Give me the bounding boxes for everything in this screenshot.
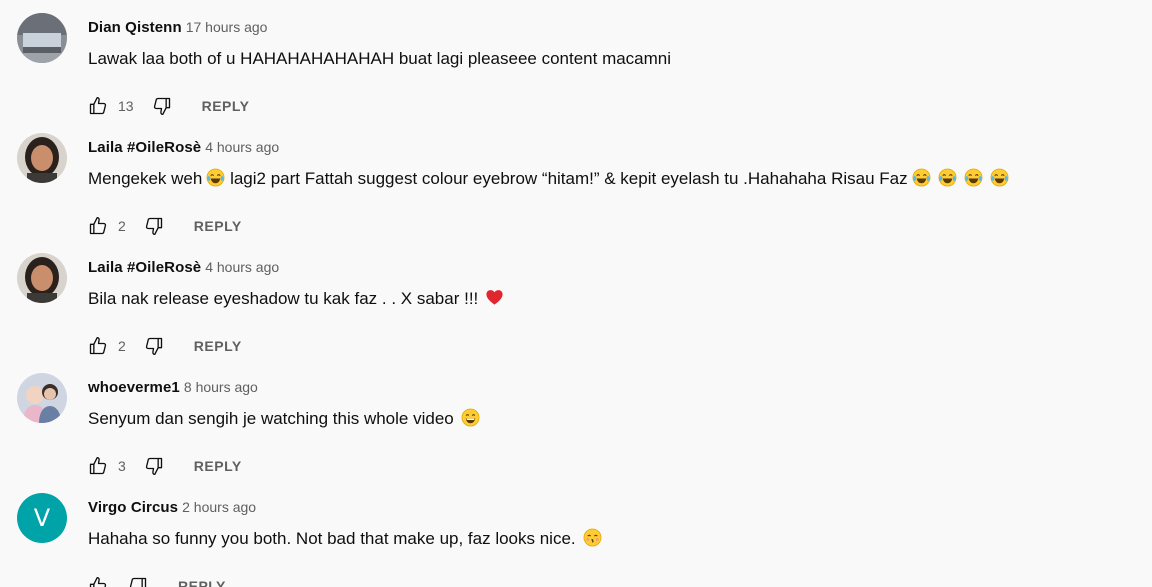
comment-text: Hahaha so funny you both. Not bad that m… <box>88 527 602 551</box>
avatar-letter: V <box>33 504 51 532</box>
thumbs-up-icon <box>89 577 107 587</box>
comment-header: Virgo Circus 2 hours ago <box>88 497 256 517</box>
avatar[interactable] <box>17 373 67 423</box>
tears-of-joy-emoji <box>990 168 1009 187</box>
dislike-button[interactable] <box>128 576 148 587</box>
avatar[interactable] <box>17 133 67 183</box>
comment-thread: Laila #OileRosè 4 hours ago Mengekek weh … <box>0 133 1152 253</box>
comment-text: Lawak laa both of u HAHAHAHAHAHAH buat l… <box>88 47 671 71</box>
comment-thread: Laila #OileRosè 4 hours ago Bila nak rele… <box>0 253 1152 373</box>
author-name[interactable]: Laila #OileRosè <box>88 139 201 156</box>
thumbs-up-icon <box>89 97 107 115</box>
comment-actions: 2 REPLY <box>88 335 242 357</box>
red-heart-emoji <box>485 288 504 307</box>
comment-header: whoeverme1 8 hours ago <box>88 377 258 397</box>
thumbs-up-icon <box>89 337 107 355</box>
tears-of-joy-emoji <box>206 168 225 187</box>
comment-text: Senyum dan sengih je watching this whole… <box>88 407 480 431</box>
comment-text-content: Lawak laa both of u HAHAHAHAHAHAH buat l… <box>88 49 672 68</box>
like-button[interactable] <box>88 96 108 116</box>
dislike-button[interactable] <box>152 96 172 116</box>
thumbs-down-icon <box>145 217 162 235</box>
comment-timestamp[interactable]: 17 hours ago <box>186 19 268 35</box>
comment-thread: V Virgo Circus 2 hours ago Hahaha so funn… <box>0 493 1152 587</box>
author-name[interactable]: Virgo Circus <box>88 499 178 516</box>
like-count: 13 <box>118 98 134 114</box>
dislike-button[interactable] <box>144 336 164 356</box>
comment-timestamp[interactable]: 4 hours ago <box>205 139 279 155</box>
thumbs-up-icon <box>89 217 107 235</box>
avatar[interactable] <box>17 253 67 303</box>
comment-timestamp[interactable]: 2 hours ago <box>182 499 256 515</box>
kissing-emoji <box>583 528 602 547</box>
dislike-button[interactable] <box>144 456 164 476</box>
reply-button[interactable]: REPLY <box>194 458 242 474</box>
comment-header: Dian Qistenn 17 hours ago <box>88 17 267 37</box>
like-button[interactable] <box>88 456 108 476</box>
thumbs-down-icon <box>145 457 162 475</box>
comments-section: Dian Qistenn 17 hours ago Lawak laa both … <box>0 0 1152 587</box>
reply-button[interactable]: REPLY <box>178 578 226 587</box>
comment-actions: 3 REPLY <box>88 455 242 477</box>
portrait-photo-avatar <box>17 253 67 303</box>
comment-thread: Dian Qistenn 17 hours ago Lawak laa both … <box>0 13 1152 133</box>
comment-header: Laila #OileRosè 4 hours ago <box>88 257 279 277</box>
like-button[interactable] <box>88 216 108 236</box>
comment-timestamp[interactable]: 8 hours ago <box>184 379 258 395</box>
thumbs-down-icon <box>145 337 162 355</box>
like-button[interactable] <box>88 336 108 356</box>
portrait-photo-avatar <box>17 133 67 183</box>
comment-text-start: Senyum dan sengih je watching this whole… <box>88 409 454 428</box>
reply-button[interactable]: REPLY <box>194 218 242 234</box>
comment-actions: 2 REPLY <box>88 215 242 237</box>
comment-actions: 13 REPLY <box>88 95 249 117</box>
tears-of-joy-emoji <box>964 168 983 187</box>
author-name[interactable]: whoeverme1 <box>88 379 180 396</box>
like-count: 2 <box>118 218 126 234</box>
comment-text-middle: lagi2 part Fattah suggest colour eyebrow… <box>225 169 908 188</box>
grinning-emoji <box>461 408 480 427</box>
comment-text-start: Hahaha so funny you both. Not bad that m… <box>88 529 576 548</box>
reply-button[interactable]: REPLY <box>194 338 242 354</box>
tears-of-joy-emoji <box>938 168 957 187</box>
comment-timestamp[interactable]: 4 hours ago <box>205 259 279 275</box>
like-count: 2 <box>118 338 126 354</box>
author-name[interactable]: Laila #OileRosè <box>88 259 201 276</box>
comment-text: Mengekek weh lagi2 part Fattah suggest c… <box>88 167 1009 191</box>
thumbs-down-icon <box>129 577 147 587</box>
reply-button[interactable]: REPLY <box>202 98 250 114</box>
tears-of-joy-emoji <box>912 168 931 187</box>
landscape-photo-avatar <box>17 13 67 63</box>
comment-text-start: Mengekek weh <box>88 169 203 188</box>
comment-actions: REPLY <box>88 575 226 587</box>
comment-text-start: Bila nak release eyeshadow tu kak faz . … <box>88 289 479 308</box>
couple-photo-avatar <box>17 373 67 423</box>
author-name[interactable]: Dian Qistenn <box>88 19 182 36</box>
like-button[interactable] <box>88 576 108 587</box>
like-count: 3 <box>118 458 126 474</box>
comment-thread: whoeverme1 8 hours ago Senyum dan sengih … <box>0 373 1152 493</box>
avatar[interactable]: V <box>17 493 67 543</box>
comment-text: Bila nak release eyeshadow tu kak faz . … <box>88 287 504 311</box>
dislike-button[interactable] <box>144 216 164 236</box>
avatar[interactable] <box>17 13 67 63</box>
thumbs-down-icon <box>153 97 170 116</box>
thumbs-up-icon <box>89 457 107 475</box>
comment-header: Laila #OileRosè 4 hours ago <box>88 137 279 157</box>
